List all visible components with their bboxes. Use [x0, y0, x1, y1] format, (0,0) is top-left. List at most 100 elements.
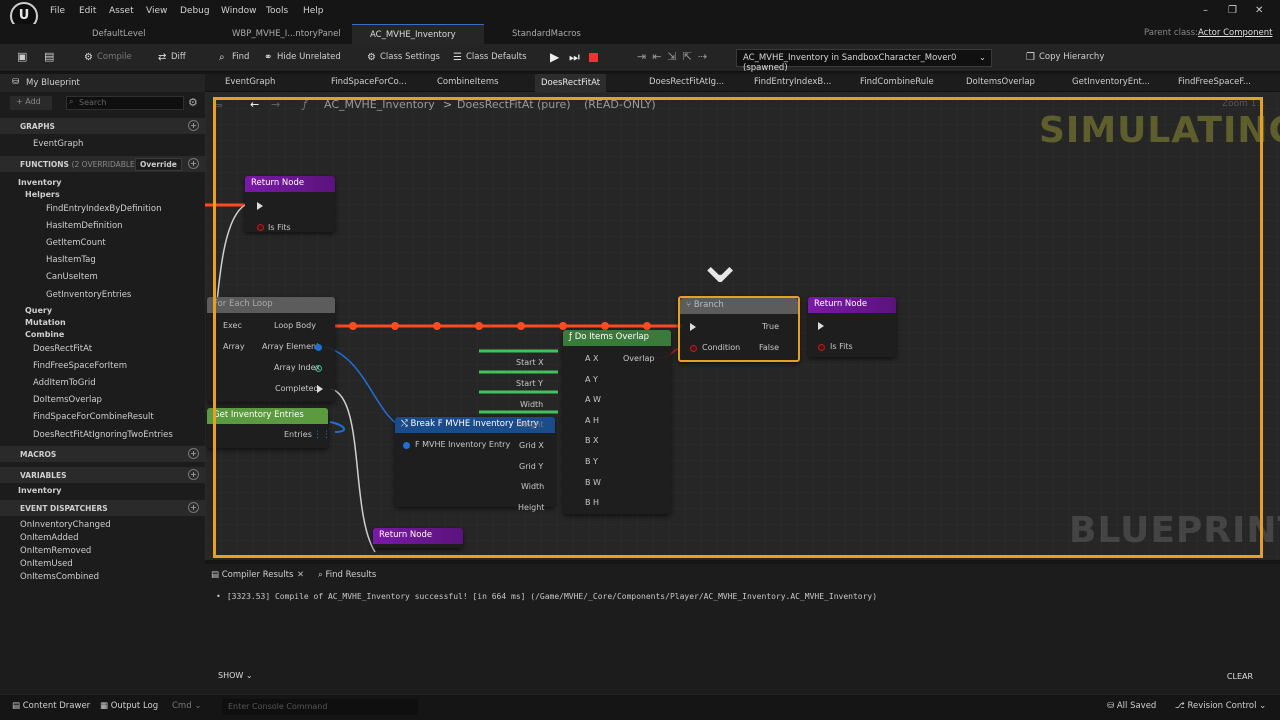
gear-icon[interactable]: ⚙	[188, 96, 198, 109]
menu-window[interactable]: Window	[221, 6, 257, 16]
all-saved-status[interactable]: ⛁ All Saved	[1107, 701, 1156, 711]
clear-button[interactable]: CLEAR	[1220, 669, 1260, 685]
tab-default-level[interactable]: DefaultLevel	[74, 24, 154, 44]
function-item[interactable]: GetItemCount	[46, 238, 106, 248]
functions-header[interactable]: FUNCTIONS (2 OVERRIDABLE) Override +	[0, 156, 205, 172]
variables-header[interactable]: VARIABLES +	[0, 467, 205, 483]
graph-tab[interactable]: FindSpaceForCo...	[331, 77, 407, 87]
menu-view[interactable]: View	[146, 6, 167, 16]
category-mutation[interactable]: Mutation	[25, 318, 66, 327]
menu-help[interactable]: Help	[303, 6, 324, 16]
menu-tools[interactable]: Tools	[266, 6, 288, 16]
function-item[interactable]: DoItemsOverlap	[33, 395, 102, 405]
stop-icon[interactable]	[589, 53, 598, 62]
graph-tab[interactable]: FindFreeSpaceF...	[1178, 77, 1251, 87]
content-drawer-button[interactable]: ▤ Content Drawer	[12, 701, 90, 711]
debug-step-icons[interactable]: ⇥⇤⇲⇱⇢	[637, 50, 713, 63]
search-input[interactable]: ⌕ Search	[66, 96, 184, 110]
compiler-results-label: Compiler Results	[221, 570, 294, 580]
cmd-dropdown[interactable]: Cmd ⌄	[172, 701, 201, 711]
output-log-button[interactable]: ▦ Output Log	[100, 701, 158, 711]
menu-debug[interactable]: Debug	[180, 6, 210, 16]
graph-tab[interactable]: CombineItems	[437, 77, 499, 87]
compile-button[interactable]: ⚙ Compile	[84, 52, 132, 63]
step-icon[interactable]: ⏭	[569, 50, 580, 65]
close-icon[interactable]: ✕	[1255, 5, 1263, 16]
category-query[interactable]: Query	[25, 306, 52, 315]
menu-edit[interactable]: Edit	[79, 6, 96, 16]
macros-header[interactable]: MACROS +	[0, 446, 205, 462]
compile-label: Compile	[97, 52, 132, 62]
class-defaults-button[interactable]: ☰ Class Defaults	[453, 52, 527, 63]
graph-item-eventgraph[interactable]: EventGraph	[33, 139, 83, 149]
function-item[interactable]: GetInventoryEntries	[46, 290, 131, 300]
graph-tab[interactable]: GetInventoryEnt...	[1072, 77, 1150, 87]
tab-ac-mvhe-inventory[interactable]: AC_MVHE_Inventory	[352, 24, 484, 44]
add-macro-icon[interactable]: +	[188, 448, 199, 459]
show-dropdown[interactable]: SHOW ⌄	[218, 671, 253, 680]
revision-control-button[interactable]: ⎇ Revision Control ⌄	[1175, 701, 1266, 711]
debug-object-select[interactable]: AC_MVHE_Inventory in SandboxCharacter_Mo…	[736, 49, 992, 73]
graph-tab[interactable]: DoesRectFitAtIg...	[649, 77, 724, 87]
tab-standard-macros[interactable]: StandardMacros	[494, 24, 589, 44]
hide-unrelated-button[interactable]: ⚭ Hide Unrelated	[264, 52, 341, 63]
class-settings-button[interactable]: ⚙ Class Settings	[367, 52, 440, 63]
functions-label: FUNCTIONS	[20, 160, 69, 169]
add-button[interactable]: + Add	[10, 96, 52, 110]
revision-icon: ⎇	[1175, 701, 1188, 711]
minimize-icon[interactable]: –	[1203, 5, 1208, 16]
add-graph-icon[interactable]: +	[188, 120, 199, 131]
menu-asset[interactable]: Asset	[109, 6, 134, 16]
function-item[interactable]: HasItemTag	[46, 255, 96, 265]
function-item[interactable]: FindEntryIndexByDefinition	[46, 204, 161, 214]
function-item[interactable]: DoesRectFitAtIgnoringTwoEntries	[33, 430, 173, 440]
dispatcher-item[interactable]: OnItemUsed	[20, 559, 73, 569]
variables-label: VARIABLES	[20, 471, 67, 480]
console-command-input[interactable]: Enter Console Command	[222, 699, 418, 715]
graphs-header[interactable]: GRAPHS +	[0, 118, 205, 134]
parent-class-link[interactable]: Actor Component	[1198, 28, 1272, 38]
function-item[interactable]: FindSpaceForCombineResult	[33, 412, 154, 422]
graph-tab[interactable]: FindCombineRule	[860, 77, 934, 87]
diff-button[interactable]: ⇄ Diff	[158, 52, 186, 63]
function-item[interactable]: CanUseItem	[46, 272, 98, 282]
copy-hierarchy-button[interactable]: ❐ Copy Hierarchy	[1026, 52, 1104, 63]
dispatcher-item[interactable]: OnItemRemoved	[20, 546, 91, 556]
browse-icon[interactable]: ▤	[44, 50, 54, 63]
dispatcher-item[interactable]: OnInventoryChanged	[20, 520, 111, 530]
category-helpers[interactable]: Helpers	[25, 190, 60, 199]
function-item[interactable]: HasItemDefinition	[46, 221, 123, 231]
graph-tab[interactable]: DoItemsOverlap	[966, 77, 1035, 87]
function-item[interactable]: AddItemToGrid	[33, 378, 96, 388]
graph-tab[interactable]: FindEntryIndexB...	[754, 77, 831, 87]
output-panel: ▤ Compiler Results ✕ ⌕ Find Results • [33…	[205, 564, 1280, 694]
restore-icon[interactable]: ❐	[1228, 5, 1237, 16]
log-text: [3323.53] Compile of AC_MVHE_Inventory s…	[226, 592, 878, 601]
search-placeholder: Search	[79, 98, 107, 107]
category-combine[interactable]: Combine	[25, 330, 64, 339]
function-item[interactable]: FindFreeSpaceForItem	[33, 361, 127, 371]
save-icon[interactable]: ▣	[17, 50, 27, 63]
add-variable-icon[interactable]: +	[188, 469, 199, 480]
graph-tab-active[interactable]: DoesRectFitAt	[535, 74, 607, 92]
play-icon[interactable]: ▶	[550, 50, 559, 64]
variable-inventory[interactable]: Inventory	[18, 486, 62, 495]
dispatcher-item[interactable]: OnItemsCombined	[20, 572, 99, 582]
close-tab-icon[interactable]: ✕	[297, 570, 304, 580]
dispatchers-header[interactable]: EVENT DISPATCHERS +	[0, 500, 205, 516]
graph-tab[interactable]: EventGraph	[225, 77, 275, 87]
add-dispatcher-icon[interactable]: +	[188, 502, 199, 513]
macros-label: MACROS	[20, 450, 57, 459]
find-results-tab[interactable]: ⌕ Find Results	[318, 570, 376, 580]
function-item[interactable]: DoesRectFitAt	[33, 344, 92, 354]
menu-file[interactable]: File	[50, 6, 65, 16]
tab-label: AC_MVHE_Inventory	[370, 30, 456, 40]
find-button[interactable]: ⌕ Find	[219, 52, 249, 63]
override-dropdown[interactable]: Override	[135, 158, 182, 171]
dispatcher-item[interactable]: OnItemAdded	[20, 533, 79, 543]
compiler-results-tab[interactable]: ▤ Compiler Results	[211, 570, 293, 580]
tab-wbp-inventory-panel[interactable]: WBP_MVHE_I...ntoryPanel	[214, 24, 349, 44]
category-inventory[interactable]: Inventory	[18, 178, 62, 187]
output-log-label: Output Log	[110, 701, 159, 711]
add-function-icon[interactable]: +	[188, 158, 199, 169]
